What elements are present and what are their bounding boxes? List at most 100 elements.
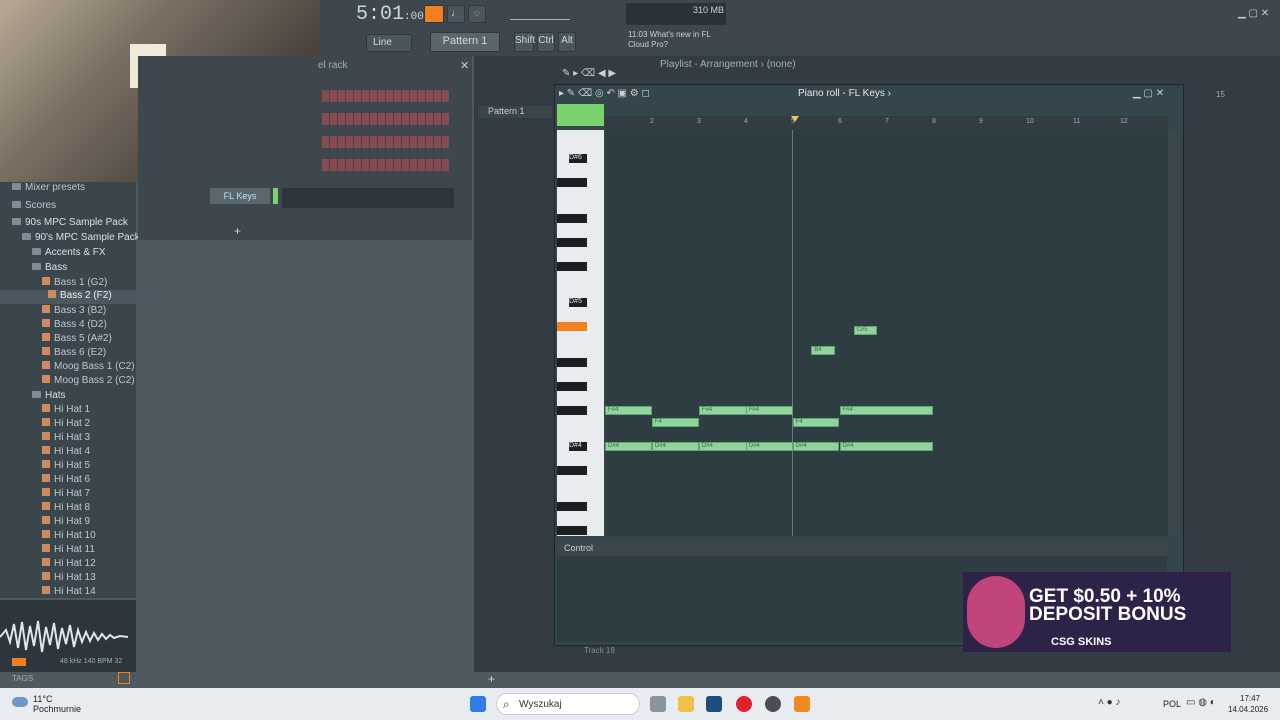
browser-item[interactable]: Bass 4 (D2) (42, 319, 107, 333)
browser-item[interactable]: Hi Hat 1 (42, 404, 90, 418)
browser-item[interactable]: Hi Hat 9 (42, 516, 90, 530)
note[interactable]: B4 (811, 346, 835, 355)
black-key[interactable] (557, 238, 587, 247)
pattern-mode-button[interactable] (424, 5, 444, 23)
play-preview-button[interactable] (12, 658, 26, 666)
tags-label[interactable]: TAGS (12, 674, 33, 683)
steam-icon[interactable] (706, 696, 722, 712)
browser-item[interactable]: Hi Hat 10 (42, 530, 96, 544)
browser-item[interactable]: Hi Hat 12 (42, 558, 96, 572)
step-sequencer[interactable] (322, 90, 462, 174)
zoom-area[interactable] (557, 104, 604, 126)
tray-icons[interactable]: ˄ ● ♪ (1098, 697, 1120, 708)
chrome-icon[interactable] (765, 696, 781, 712)
clock-date[interactable]: 14.04.2026 (1228, 705, 1268, 714)
browser-item[interactable]: 90s MPC Sample Pack (12, 217, 128, 231)
close-icon[interactable]: ✕ (460, 59, 469, 72)
add-track-button[interactable]: + (488, 672, 495, 686)
browser-item[interactable]: Scores (12, 200, 56, 214)
note[interactable]: F4 (792, 418, 840, 427)
black-key[interactable] (557, 214, 587, 223)
search-icon[interactable] (118, 672, 130, 684)
browser-item[interactable]: Hi Hat 6 (42, 474, 90, 488)
active-key[interactable] (557, 322, 587, 331)
channel-select-led[interactable] (273, 188, 278, 204)
pattern-picker-item[interactable]: Pattern 1 (478, 106, 552, 118)
black-key[interactable] (557, 406, 587, 415)
browser-item[interactable]: Hi Hat 11 (42, 544, 95, 558)
browser-item[interactable]: Mixer presets (12, 182, 85, 196)
note[interactable]: F#4 (839, 406, 934, 415)
memory-monitor: 310 MB (626, 3, 726, 25)
black-key[interactable] (557, 466, 587, 475)
piano-roll-toolbar[interactable]: ▸ ✎ ⌫ ◎ ↶ ▣ ⚙ ◻ (559, 88, 789, 102)
vertical-scrollbar[interactable] (1168, 130, 1180, 536)
control-label[interactable]: Control (564, 543, 593, 553)
sample-preview[interactable]: 48 kHz 140 BPM 32 (0, 600, 136, 672)
alt-button[interactable]: Alt (558, 32, 576, 52)
note[interactable]: D#4 (605, 442, 652, 451)
wait-icon[interactable]: ◌ (468, 5, 486, 23)
sponsor-banner[interactable]: GET $0.50 + 10% DEPOSIT BONUS CSG SKINS (963, 572, 1231, 652)
browser-item[interactable]: Hi Hat 8 (42, 502, 90, 516)
browser-item[interactable]: Bass (32, 262, 67, 276)
browser-item[interactable]: Bass 5 (A#2) (42, 333, 112, 347)
window-controls[interactable]: ▁ ▢ ✕ (1238, 8, 1274, 19)
browser-item[interactable]: Hats (32, 390, 66, 404)
browser-item[interactable]: Hi Hat 4 (42, 446, 90, 460)
browser-item[interactable]: Moog Bass 2 (C2) (42, 375, 135, 389)
windows-start-icon[interactable] (470, 696, 486, 712)
browser-item[interactable]: Hi Hat 7 (42, 488, 90, 502)
note[interactable]: F4 (651, 418, 699, 427)
language-indicator[interactable]: POL (1163, 699, 1181, 709)
file-explorer-icon[interactable] (678, 696, 694, 712)
piano-keyboard[interactable]: D#6 D#5 D#4 (557, 130, 604, 536)
note[interactable]: C#5 (853, 326, 877, 335)
browser-item[interactable]: Accents & FX (32, 247, 106, 261)
news-panel[interactable]: 11:03 What's new in FL Cloud Pro? (628, 30, 711, 50)
note[interactable]: D#4 (651, 442, 699, 451)
note[interactable]: D#4 (792, 442, 840, 451)
black-key[interactable] (557, 358, 587, 367)
clock-time[interactable]: 17:47 (1240, 694, 1260, 703)
browser-item[interactable]: Hi Hat 13 (42, 572, 96, 586)
playlist-tools[interactable]: ✎ ▸ ⌫ ◀ ▶ (562, 68, 644, 84)
browser-item[interactable]: Bass 3 (B2) (42, 305, 106, 319)
browser-item[interactable]: Hi Hat 3 (42, 432, 90, 446)
note[interactable]: D#4 (839, 442, 934, 451)
pattern-selector[interactable]: Pattern 1 (430, 32, 500, 52)
black-key[interactable] (557, 502, 587, 511)
browser-item[interactable]: Moog Bass 1 (C2) (42, 361, 135, 375)
note[interactable]: F#4 (745, 406, 793, 415)
system-icons[interactable]: ▭ ◍ ◐ (1186, 697, 1216, 708)
browser-item[interactable]: Hi Hat 5 (42, 460, 90, 474)
note[interactable]: F#4 (605, 406, 652, 415)
window-controls[interactable]: ▁ ▢ ✕ (1133, 88, 1164, 99)
black-key[interactable] (557, 382, 587, 391)
note[interactable]: D#4 (745, 442, 793, 451)
ctrl-button[interactable]: Ctrl (537, 32, 555, 52)
black-key[interactable] (557, 526, 587, 535)
opera-icon[interactable] (736, 696, 752, 712)
channel-name-button[interactable]: FL Keys (210, 188, 270, 204)
channel-graph[interactable] (282, 188, 454, 208)
snap-select[interactable]: Line (366, 34, 412, 52)
add-channel-button[interactable]: + (234, 224, 241, 238)
search-box[interactable]: ⌕ Wyszukaj (496, 693, 640, 715)
metronome-icon[interactable]: ♩ (447, 5, 465, 23)
fl-studio-icon[interactable] (794, 696, 810, 712)
browser-item[interactable]: Bass 1 (G2) (42, 277, 107, 291)
timeline-ruler[interactable]: 2 3 4 5 6 7 8 9 10 11 12 (605, 116, 1168, 130)
browser-item[interactable]: Hi Hat 2 (42, 418, 90, 432)
browser-item-selected[interactable]: Bass 2 (F2) (0, 290, 136, 304)
weather-text[interactable]: Pochmurnie (33, 704, 81, 714)
black-key[interactable] (557, 178, 587, 187)
browser-item[interactable]: Hi Hat 14 (42, 586, 96, 600)
weather-temp[interactable]: 11°C (33, 694, 52, 704)
black-key[interactable] (557, 262, 587, 271)
shift-button[interactable]: Shift (514, 32, 535, 52)
task-view-icon[interactable] (650, 696, 666, 712)
browser-item[interactable]: 90's MPC Sample Pack (22, 232, 140, 246)
note-grid[interactable]: F#4 F4 F#4 F#4 F4 F#4 D#4 D#4 D#4 D#4 D#4 D#4 B4 C#5 (605, 130, 1168, 536)
browser-item[interactable]: Bass 6 (E2) (42, 347, 106, 361)
